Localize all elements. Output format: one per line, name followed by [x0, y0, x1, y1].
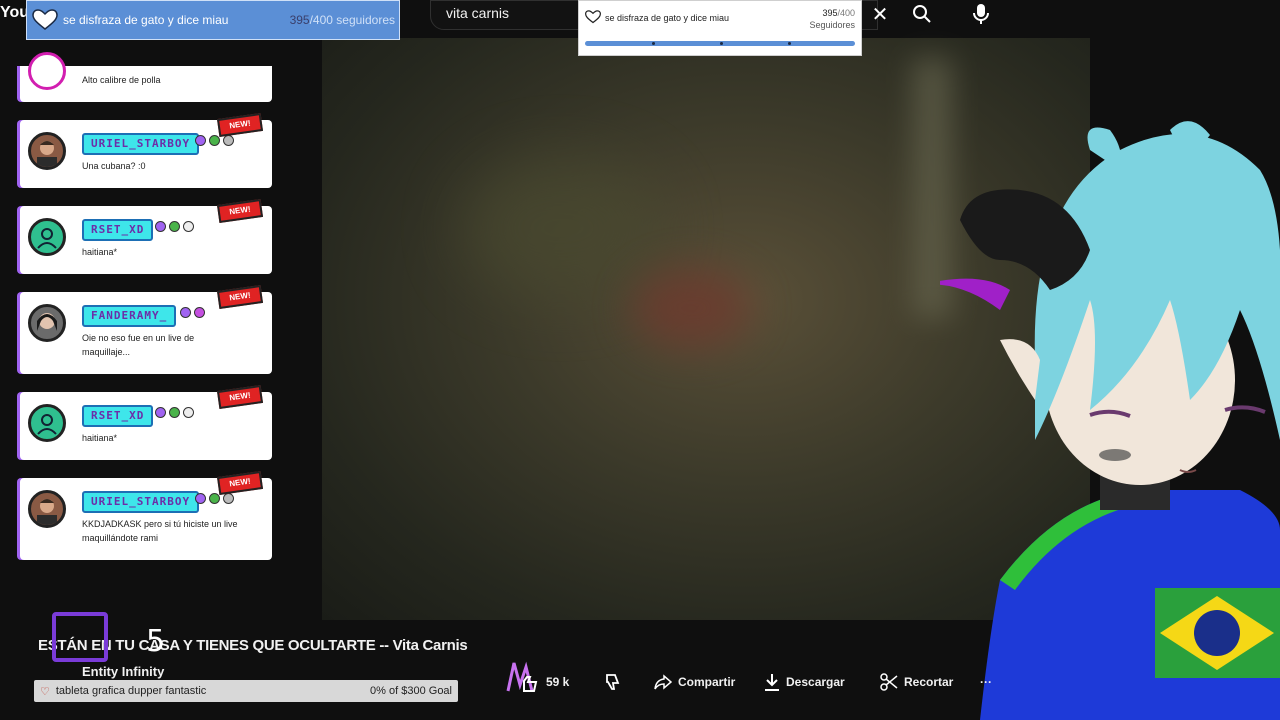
verified-badge-icon: [169, 407, 180, 418]
subscriber-badge-icon: [195, 135, 206, 146]
share-button[interactable]: Compartir: [654, 672, 735, 692]
chat-message-text: haitiana*: [82, 433, 118, 443]
chat-username[interactable]: FANDERAMY_: [82, 305, 177, 327]
channel-name[interactable]: Entity Infinity: [82, 664, 164, 679]
blurred-red-shape: [632, 268, 752, 348]
search-icon: [913, 5, 931, 23]
share-label: Compartir: [678, 675, 736, 689]
avatar: [28, 304, 66, 342]
goal-count: 395/400 seguidores: [289, 13, 395, 27]
goal-title: se disfraza de gato y dice miau: [605, 13, 730, 23]
badge-icon: [223, 493, 234, 504]
avatar: [28, 132, 66, 170]
chat-message: FANDERAMY_ NEW! Oie no eso fue en un liv…: [20, 285, 272, 374]
subscriber-badge-icon: [180, 307, 191, 318]
subscriber-badge-icon: [155, 407, 166, 418]
user-badges: [155, 221, 194, 232]
avatar: [28, 404, 66, 442]
chat-message-text: haitiana*: [82, 247, 118, 257]
search-button[interactable]: [900, 0, 944, 28]
chat-message: RSET_XD NEW! haitiana*: [20, 385, 272, 460]
progress-marker: [720, 42, 723, 45]
avatar: [28, 52, 66, 90]
user-badges: [195, 135, 234, 146]
follower-goal-widget: se disfraza de gato y dice miau 395/400 S…: [578, 0, 862, 56]
heart-badge-icon: [194, 307, 205, 318]
subscriber-badge-icon: [195, 493, 206, 504]
chat-message-text: Alto calibre de polla: [82, 75, 161, 85]
verified-badge-icon: [209, 493, 220, 504]
badge-icon: [223, 135, 234, 146]
heart-icon: ♡: [40, 685, 50, 698]
chat-username[interactable]: RSET_XD: [82, 405, 154, 427]
thumbs-down-icon: [606, 674, 620, 690]
avatar: [28, 218, 66, 256]
like-button[interactable]: 59 k: [500, 661, 570, 692]
chat-message-text: Una cubana? :0: [82, 161, 146, 171]
dislike-button[interactable]: [604, 672, 622, 692]
clip-button[interactable]: Recortar: [880, 672, 953, 692]
follower-goal-banner: se disfraza de gato y dice miau 395/400 …: [26, 0, 400, 40]
new-badge: NEW!: [216, 471, 264, 495]
new-badge: NEW!: [216, 199, 264, 223]
download-button[interactable]: Descargar: [764, 672, 845, 692]
chat-message-text: KKDJADKASK pero si tú hiciste un live ma…: [82, 519, 238, 543]
more-actions-button[interactable]: ···: [980, 672, 992, 692]
user-badges: [180, 307, 205, 318]
voice-search-button[interactable]: [966, 0, 996, 28]
search-query[interactable]: vita carnis: [446, 5, 509, 21]
microphone-icon: [973, 4, 989, 24]
heart-icon: [585, 10, 601, 24]
chat-message: RSET_XD NEW! haitiana*: [20, 199, 272, 274]
vtuber-avatar: [940, 121, 1280, 720]
goal-title: se disfraza de gato y dice miau: [63, 13, 229, 27]
donation-goal-bar: ♡ tableta grafica dupper fantastic 0% of…: [34, 680, 458, 702]
progress-marker: [788, 42, 791, 45]
counter-overlay: 5: [146, 624, 166, 659]
blurred-video-frame: [462, 158, 662, 298]
clear-search-button[interactable]: ✕: [868, 4, 892, 28]
subscriber-badge-icon: [155, 221, 166, 232]
new-badge: NEW!: [216, 113, 264, 137]
chat-username[interactable]: RSET_XD: [82, 219, 154, 241]
youtube-logo[interactable]: You: [0, 4, 29, 22]
share-icon: [654, 674, 672, 690]
thumbs-up-icon: [506, 661, 538, 692]
goal-count: 395/400 Seguidores: [809, 8, 855, 30]
progress-marker: [652, 42, 655, 45]
user-badges: [155, 407, 194, 418]
avatar: [28, 490, 66, 528]
heart-icon: [27, 9, 63, 31]
clip-label: Recortar: [904, 675, 954, 689]
donation-goal-label: tableta grafica dupper fantastic: [55, 685, 207, 697]
download-icon: [765, 674, 779, 691]
chat-message: URIEL_STARBOY NEW! KKDJADKASK pero si tú…: [20, 471, 272, 560]
verified-badge-icon: [169, 221, 180, 232]
badge-icon: [183, 221, 194, 232]
download-label: Descargar: [786, 675, 845, 689]
new-badge: NEW!: [216, 385, 264, 409]
chat-message: URIEL_STARBOY NEW! Una cubana? :0: [20, 113, 272, 188]
chat-message-text: Oie no eso fue en un live de maquillaje.…: [82, 333, 195, 357]
user-badges: [195, 493, 234, 504]
chat-message: Alto calibre de polla: [20, 52, 272, 102]
badge-icon: [183, 407, 194, 418]
new-badge: NEW!: [216, 285, 264, 309]
scissors-icon: [880, 673, 898, 691]
verified-badge-icon: [209, 135, 220, 146]
like-count: 59 k: [546, 675, 570, 689]
chat-username[interactable]: URIEL_STARBOY: [82, 133, 200, 155]
twitch-logo: [52, 612, 108, 662]
more-icon: ···: [980, 675, 992, 689]
chat-username[interactable]: URIEL_STARBOY: [82, 491, 200, 513]
donation-goal-status: 0% of $300 Goal: [370, 685, 452, 697]
